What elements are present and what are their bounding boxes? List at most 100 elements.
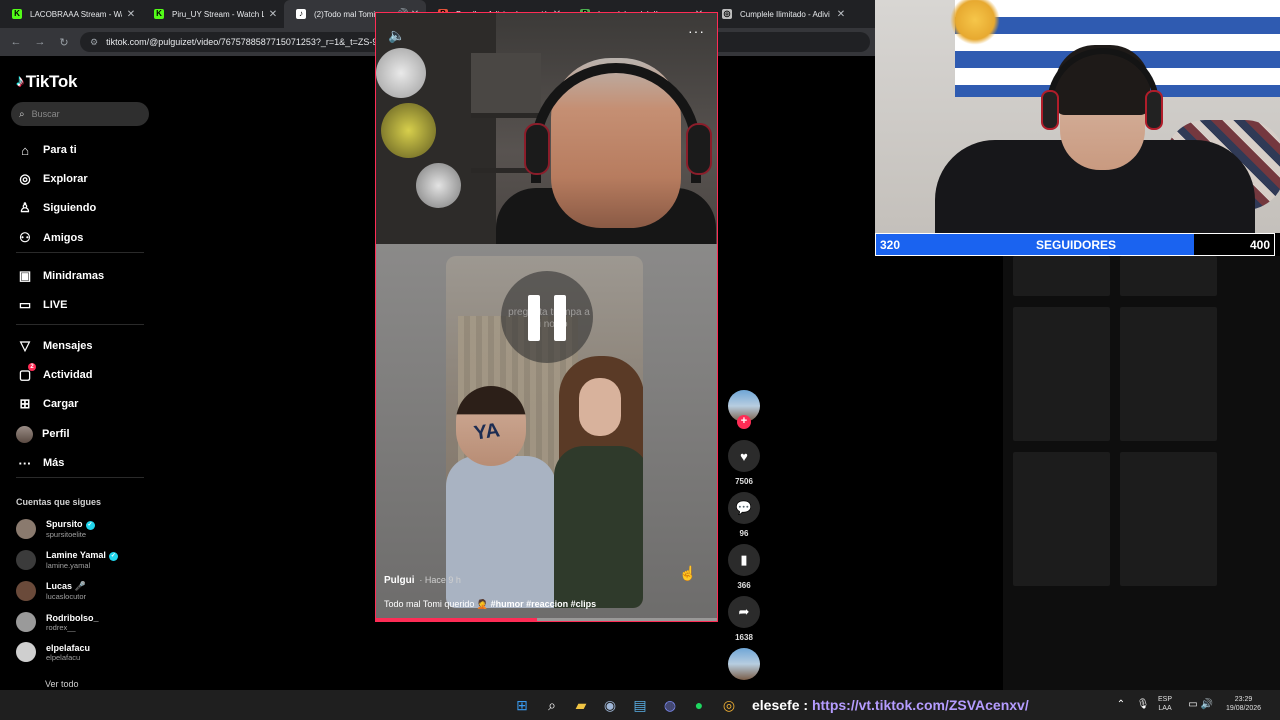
nav-divider — [16, 252, 144, 253]
chat-nick: elesefe — [752, 697, 800, 713]
tiktok-logo[interactable]: ♪ TikTok — [16, 72, 77, 92]
close-tab-icon[interactable]: ✕ — [836, 9, 846, 20]
followers-goal: 400 — [1249, 238, 1270, 252]
tab-title: Cumplele Ilimitado - Adivi — [740, 9, 830, 19]
windows-taskbar: ⊞ ⌕ ▰ ◉ ▤ ◍ ● ◎ elesefe : https://vt.tik… — [0, 690, 1280, 720]
sidebar-item-amigos[interactable]: ⚇ Amigos — [16, 228, 83, 248]
forward-icon[interactable]: → — [28, 36, 52, 48]
save-count: 366 — [737, 581, 751, 590]
video-progress-fill — [376, 618, 538, 621]
speaker-icon[interactable]: 🔊 — [1198, 696, 1216, 714]
account-handle: spursitoelite — [46, 529, 87, 539]
tab-title: Piru_UY Stream - Watch Li — [172, 9, 264, 19]
clock[interactable]: 23:29 19/08/2026 — [1226, 695, 1261, 713]
lang-top: ESP — [1158, 696, 1173, 703]
clip-overlay-text: pregunta trampa a mi novio — [508, 307, 590, 330]
site-info-icon[interactable]: ⚙ — [90, 37, 98, 48]
account-name: Lamine Yamal — [46, 550, 106, 561]
share-action[interactable]: ➦ 1638 — [728, 596, 760, 642]
mouse-cursor-icon: ☝ — [679, 565, 697, 581]
like-action[interactable]: ♥ 7506 — [728, 440, 760, 486]
video-top-half: 🔈 ··· — [376, 13, 717, 248]
video-thumbnail[interactable] — [1120, 307, 1217, 441]
creator-avatar-button[interactable]: + — [728, 390, 760, 429]
account-name: Spursito — [46, 519, 83, 530]
following-account[interactable]: Spursito ✓ spursitoelite — [16, 519, 95, 539]
browser-tab[interactable]: K LACOBRAAA Stream - Wat ✕ — [0, 0, 142, 28]
more-options-icon[interactable]: ··· — [688, 23, 705, 39]
following-account[interactable]: Lucas 🎤 lucaslocutor — [16, 581, 86, 601]
sidebar-item-para-ti[interactable]: ⌂ Para ti — [16, 140, 77, 160]
following-account[interactable]: elpelafacu elpelafacu — [16, 642, 90, 662]
back-icon[interactable]: ← — [4, 36, 28, 48]
volume-icon[interactable]: 🔈 — [388, 27, 405, 44]
video-progress-bar[interactable] — [376, 618, 717, 621]
discord-icon[interactable]: ◍ — [661, 696, 679, 714]
chrome-icon[interactable]: ◎ — [720, 696, 738, 714]
notification-badge: 2 — [28, 363, 36, 371]
sidebar-item-actividad[interactable]: ▢ 2 Actividad — [16, 363, 93, 385]
tray-expand-icon[interactable]: ⌃ — [1112, 696, 1130, 714]
sidebar-item-m-s[interactable]: ··· Más — [16, 453, 65, 473]
video-thumbnail[interactable] — [1013, 452, 1110, 586]
language-indicator[interactable]: ESP LAA — [1158, 695, 1172, 713]
windows-start-icon[interactable]: ⊞ — [513, 696, 531, 714]
steam-icon[interactable]: ◉ — [601, 696, 619, 714]
video-thumbnail[interactable] — [1120, 452, 1217, 586]
video-thumbnail[interactable] — [1120, 256, 1217, 296]
close-tab-icon[interactable]: ✕ — [268, 9, 278, 20]
share-icon[interactable]: ➦ — [728, 596, 760, 628]
clock-date: 19/08/2026 — [1226, 705, 1262, 712]
share-count: 1638 — [735, 633, 753, 642]
sidebar-item-siguiendo[interactable]: ♙ Siguiendo — [16, 198, 96, 218]
bookmark-icon[interactable]: ▮ — [728, 544, 760, 576]
following-icon: ♙ — [19, 200, 31, 215]
sidebar-item-live[interactable]: ▭ LIVE — [16, 295, 68, 315]
following-account[interactable]: Rodribolso_ rodrex__ — [16, 612, 99, 632]
sidebar-item-label: Siguiendo — [43, 202, 97, 214]
following-account[interactable]: Lamine Yamal ✓ lamine.yamal — [16, 550, 118, 570]
avatar — [16, 581, 36, 601]
app-icon[interactable]: ▤ — [631, 696, 649, 714]
save-action[interactable]: ▮ 366 — [728, 544, 760, 590]
search-input[interactable]: ⌕ Buscar — [11, 102, 149, 126]
chat-text: https://vt.tiktok.com/ZSVAcenxv/ — [811, 697, 1029, 713]
video-author[interactable]: Pulgui · Hace 9 h — [384, 575, 461, 586]
streamer-headset — [531, 63, 701, 183]
heart-icon[interactable]: ♥ — [728, 440, 760, 472]
reload-icon[interactable]: ↻ — [52, 36, 76, 49]
account-handle: rodrex__ — [46, 622, 76, 632]
see-all-link[interactable]: Ver todo — [45, 679, 79, 689]
sidebar-item-minidramas[interactable]: ▣ Minidramas — [16, 266, 104, 286]
minidramas-icon: ▣ — [18, 268, 32, 283]
comment-action[interactable]: 💬 96 — [728, 492, 760, 538]
sidebar-item-mensajes[interactable]: ▽ Mensajes — [16, 336, 93, 356]
caption-hashtags[interactable]: #humor #reaccion #clips — [491, 599, 597, 609]
video-thumbnail[interactable] — [1013, 256, 1110, 296]
microphone-icon[interactable]: 🎙 — [1134, 696, 1152, 714]
lang-bottom: LAA — [1158, 705, 1172, 712]
search-placeholder: Buscar — [31, 109, 60, 119]
spotify-icon[interactable]: ● — [690, 696, 708, 714]
browser-tab[interactable]: K Piru_UY Stream - Watch Li ✕ — [142, 0, 284, 28]
tiktok-note-icon: ♪ — [16, 73, 24, 90]
video-thumbnail[interactable] — [1013, 307, 1110, 441]
sidebar-item-explorar[interactable]: ◎ Explorar — [16, 169, 87, 189]
account-name: elpelafacu — [46, 642, 91, 653]
sidebar-item-perfil[interactable]: ● Perfil — [16, 424, 70, 444]
video-caption: Todo mal Tomi querido 🤦 #humor #reaccion… — [384, 599, 596, 610]
follow-plus-icon[interactable]: + — [737, 415, 751, 429]
folder-icon[interactable]: ▰ — [572, 696, 590, 714]
sidebar-item-label: Mensajes — [43, 340, 93, 352]
comment-icon[interactable]: 💬 — [728, 492, 760, 524]
tab-favicon-icon: K — [154, 9, 164, 19]
sidebar-item-cargar[interactable]: ⊞ Cargar — [16, 394, 79, 414]
video-player[interactable]: 🔈 ··· YA pregunta trampa a mi novio Pulg… — [375, 12, 718, 622]
sound-avatar-button[interactable] — [728, 648, 760, 680]
tab-favicon-icon: ♪ — [296, 9, 306, 19]
close-tab-icon[interactable]: ✕ — [126, 9, 136, 20]
browser-tab[interactable]: ◎ Cumplele Ilimitado - Adivi ✕ — [710, 0, 852, 28]
pause-icon — [528, 295, 540, 341]
search-icon[interactable]: ⌕ — [543, 696, 561, 714]
upload-icon: ⊞ — [19, 396, 31, 411]
